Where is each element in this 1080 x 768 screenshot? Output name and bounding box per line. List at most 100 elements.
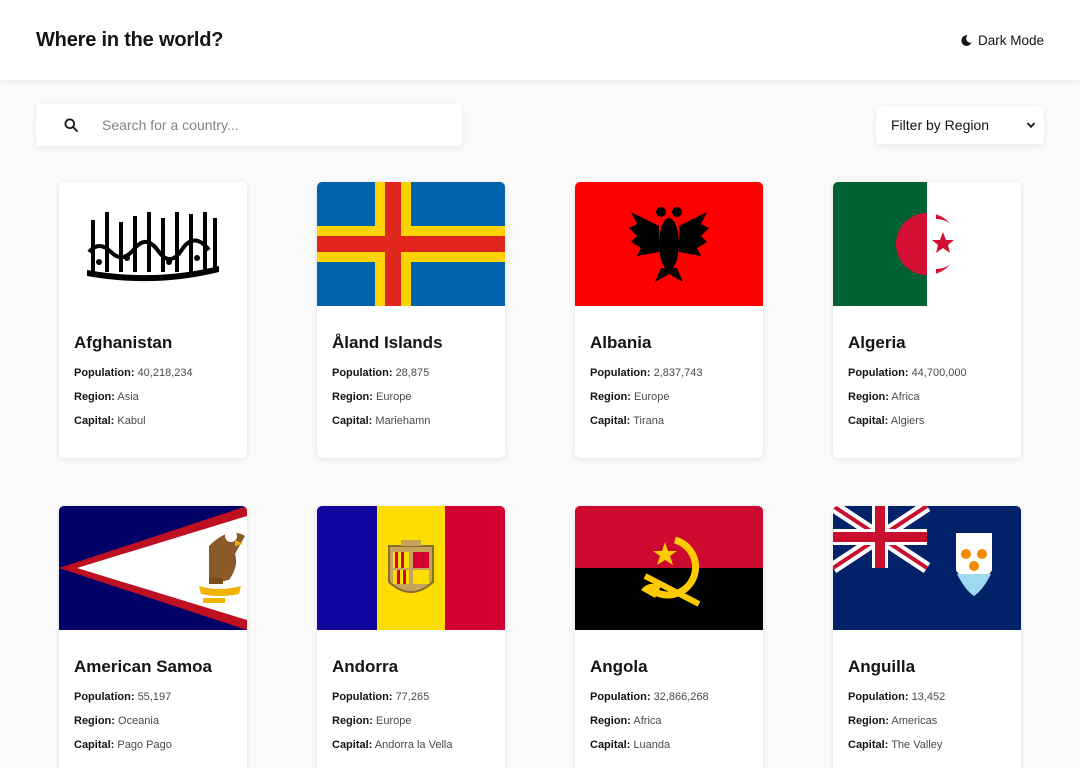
capital-value: Mariehamn xyxy=(375,415,431,427)
population-value: 28,875 xyxy=(395,367,430,379)
capital-label: Capital: xyxy=(332,415,373,427)
population-label: Population: xyxy=(74,367,135,379)
capital-info: Capital: Luanda xyxy=(590,739,748,751)
population-value: 32,866,268 xyxy=(653,691,709,703)
region-value: Africa xyxy=(891,391,920,403)
population-label: Population: xyxy=(332,367,393,379)
country-name: Andorra xyxy=(332,657,399,676)
population-value: 2,837,743 xyxy=(653,367,703,379)
region-label: Region: xyxy=(74,715,115,727)
country-card[interactable]: American Samoa Population: 55,197 Region… xyxy=(59,506,247,768)
country-card[interactable]: Albania Population: 2,837,743 Region: Eu… xyxy=(575,182,763,458)
country-card[interactable]: Andorra Population: 77,265 Region: Europ… xyxy=(317,506,505,768)
region-label: Region: xyxy=(74,391,115,403)
algeria-flag xyxy=(833,182,1021,306)
region-info: Region: Europe xyxy=(590,391,748,403)
capital-label: Capital: xyxy=(590,415,631,427)
region-label: Region: xyxy=(590,715,631,727)
region-filter-label: Filter by Region xyxy=(891,117,990,133)
population-info: Population: 40,218,234 xyxy=(74,367,232,379)
capital-value: The Valley xyxy=(891,739,943,751)
population-value: 77,265 xyxy=(395,691,430,703)
capital-label: Capital: xyxy=(848,739,889,751)
population-label: Population: xyxy=(74,691,135,703)
country-card[interactable]: Afghanistan Population: 40,218,234 Regio… xyxy=(59,182,247,458)
region-info: Region: Europe xyxy=(332,391,490,403)
region-filter-select[interactable]: Filter by Region xyxy=(876,106,1044,144)
population-value: 44,700,000 xyxy=(911,367,967,379)
population-value: 40,218,234 xyxy=(137,367,193,379)
region-value: Americas xyxy=(891,715,938,727)
dark-mode-toggle[interactable]: Dark Mode xyxy=(961,33,1044,48)
anguilla-flag xyxy=(833,506,1021,630)
capital-label: Capital: xyxy=(332,739,373,751)
capital-label: Capital: xyxy=(74,739,115,751)
population-info: Population: 32,866,268 xyxy=(590,691,748,703)
country-name: Anguilla xyxy=(848,657,916,676)
region-value: Oceania xyxy=(118,715,159,727)
population-label: Population: xyxy=(590,367,651,379)
region-value: Asia xyxy=(117,391,139,403)
region-info: Region: Asia xyxy=(74,391,232,403)
region-info: Region: Europe xyxy=(332,715,490,727)
country-card[interactable]: Åland Islands Population: 28,875 Region:… xyxy=(317,182,505,458)
capital-label: Capital: xyxy=(74,415,115,427)
population-label: Population: xyxy=(848,367,909,379)
search-icon xyxy=(64,118,78,132)
region-value: Europe xyxy=(376,391,412,403)
population-info: Population: 44,700,000 xyxy=(848,367,1006,379)
country-name: Åland Islands xyxy=(332,333,443,352)
region-label: Region: xyxy=(590,391,631,403)
population-value: 13,452 xyxy=(911,691,946,703)
country-name: American Samoa xyxy=(74,657,212,676)
population-label: Population: xyxy=(848,691,909,703)
population-label: Population: xyxy=(332,691,393,703)
population-value: 55,197 xyxy=(137,691,172,703)
region-value: Europe xyxy=(634,391,670,403)
chevron-down-icon xyxy=(1026,122,1036,129)
capital-info: Capital: Tirana xyxy=(590,415,748,427)
afghanistan-flag xyxy=(59,182,247,306)
region-label: Region: xyxy=(848,715,889,727)
region-label: Region: xyxy=(848,391,889,403)
angola-flag xyxy=(575,506,763,630)
population-info: Population: 13,452 xyxy=(848,691,1006,703)
capital-info: Capital: Kabul xyxy=(74,415,232,427)
region-value: Europe xyxy=(376,715,412,727)
region-info: Region: Americas xyxy=(848,715,1006,727)
population-label: Population: xyxy=(590,691,651,703)
search-input[interactable] xyxy=(102,117,422,133)
population-info: Population: 28,875 xyxy=(332,367,490,379)
american-samoa-flag xyxy=(59,506,247,630)
capital-label: Capital: xyxy=(590,739,631,751)
capital-value: Pago Pago xyxy=(117,739,172,751)
population-info: Population: 55,197 xyxy=(74,691,232,703)
albania-flag xyxy=(575,182,763,306)
andorra-flag xyxy=(317,506,505,630)
country-name: Algeria xyxy=(848,333,906,352)
capital-info: Capital: Andorra la Vella xyxy=(332,739,490,751)
country-name: Albania xyxy=(590,333,652,352)
country-name: Angola xyxy=(590,657,648,676)
capital-value: Kabul xyxy=(117,415,146,427)
dark-mode-label: Dark Mode xyxy=(977,32,1044,48)
region-label: Region: xyxy=(332,391,373,403)
capital-label: Capital: xyxy=(848,415,889,427)
search-box[interactable] xyxy=(36,104,462,146)
capital-info: Capital: Algiers xyxy=(848,415,1006,427)
capital-value: Algiers xyxy=(890,415,925,427)
capital-value: Luanda xyxy=(633,739,671,751)
capital-value: Tirana xyxy=(633,415,664,427)
region-info: Region: Oceania xyxy=(74,715,232,727)
capital-info: Capital: The Valley xyxy=(848,739,1006,751)
top-header: Where in the world? Dark Mode xyxy=(0,0,1080,80)
country-card[interactable]: Algeria Population: 44,700,000 Region: A… xyxy=(833,182,1021,458)
aland-islands-flag xyxy=(317,182,505,306)
population-info: Population: 77,265 xyxy=(332,691,490,703)
region-label: Region: xyxy=(332,715,373,727)
capital-value: Andorra la Vella xyxy=(374,739,453,751)
country-card[interactable]: Angola Population: 32,866,268 Region: Af… xyxy=(575,506,763,768)
capital-info: Capital: Mariehamn xyxy=(332,415,490,427)
region-info: Region: Africa xyxy=(590,715,748,727)
country-card[interactable]: Anguilla Population: 13,452 Region: Amer… xyxy=(833,506,1021,768)
